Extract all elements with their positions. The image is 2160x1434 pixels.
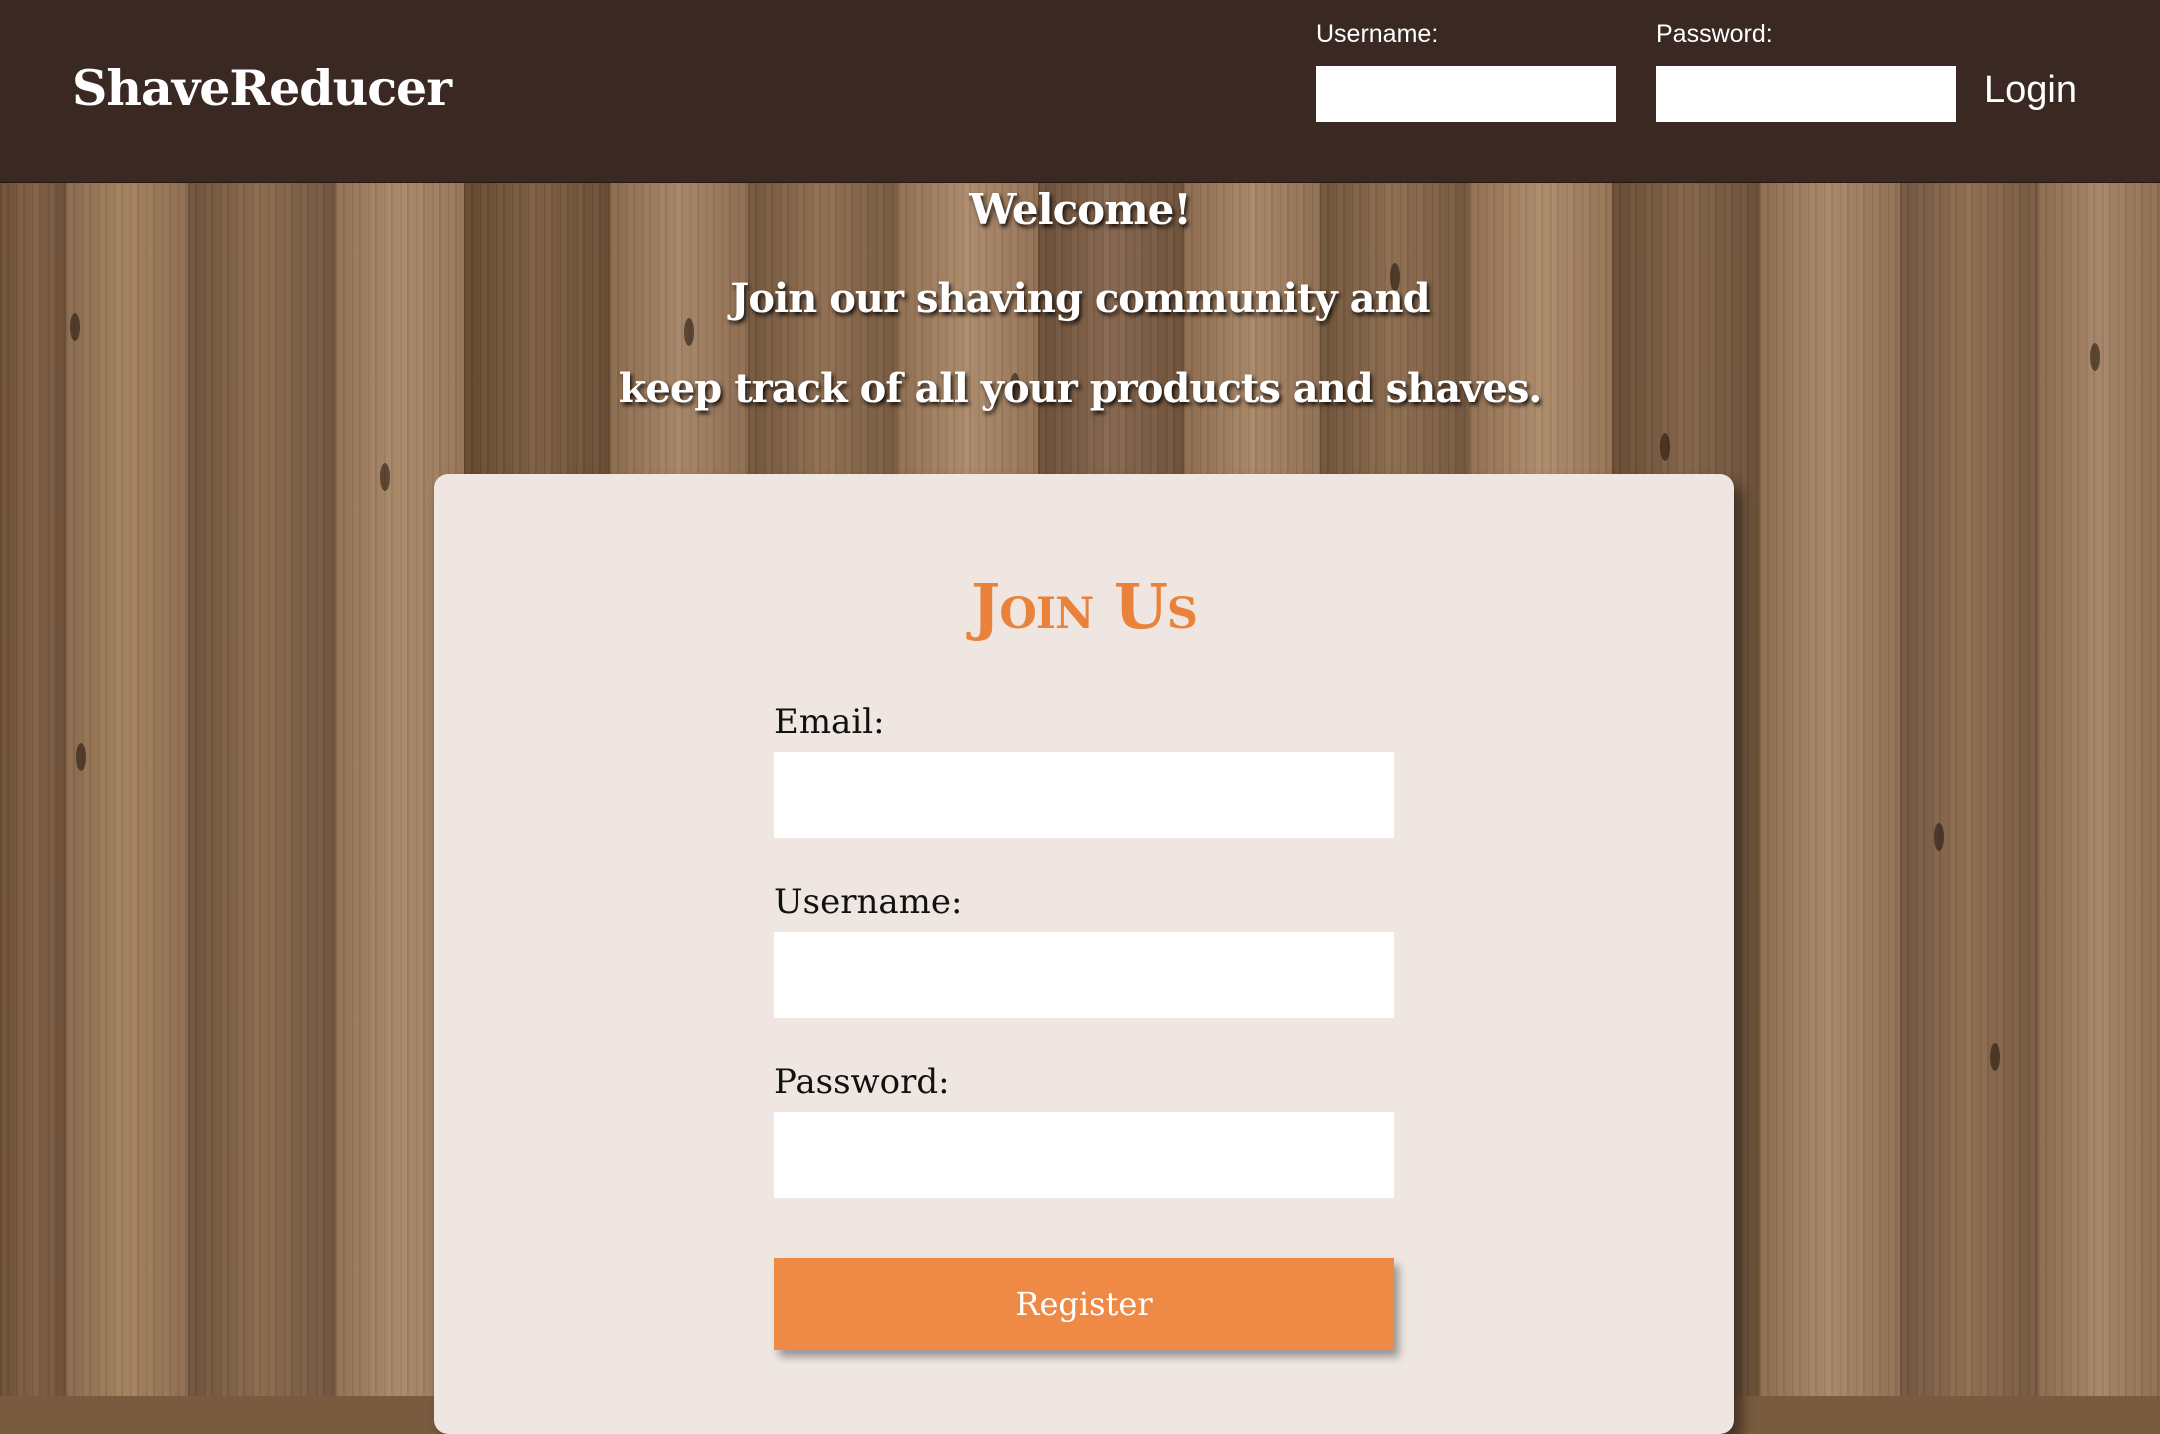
password-label: Password: <box>774 1062 950 1102</box>
signup-title: Join Us <box>971 570 1198 643</box>
email-field[interactable] <box>774 752 1394 838</box>
username-field[interactable] <box>774 932 1394 1018</box>
header-password-label: Password: <box>1656 20 1773 48</box>
email-label: Email: <box>774 702 885 742</box>
register-button[interactable]: Register <box>774 1258 1394 1350</box>
hero-line-1: Join our shaving community and <box>730 275 1430 322</box>
wood-knot <box>1934 823 1944 851</box>
login-button[interactable]: Login <box>1984 64 2077 116</box>
hero-line-2: keep track of all your products and shav… <box>618 365 1543 412</box>
header-password-input[interactable] <box>1656 66 1956 122</box>
password-field[interactable] <box>774 1112 1394 1198</box>
signup-card: Join Us Email: Username: Password: Regis… <box>434 474 1734 1434</box>
wood-knot <box>76 743 86 771</box>
top-nav-bar: ShaveReducer Username: Password: Login <box>0 0 2160 183</box>
brand-logo[interactable]: ShaveReducer <box>72 56 452 120</box>
welcome-heading: Welcome! <box>969 185 1192 234</box>
wood-knot <box>1990 1043 2000 1071</box>
wood-knot <box>380 463 390 491</box>
header-username-label: Username: <box>1316 20 1439 48</box>
username-label: Username: <box>774 882 963 922</box>
header-username-input[interactable] <box>1316 66 1616 122</box>
wood-knot <box>1660 433 1670 461</box>
